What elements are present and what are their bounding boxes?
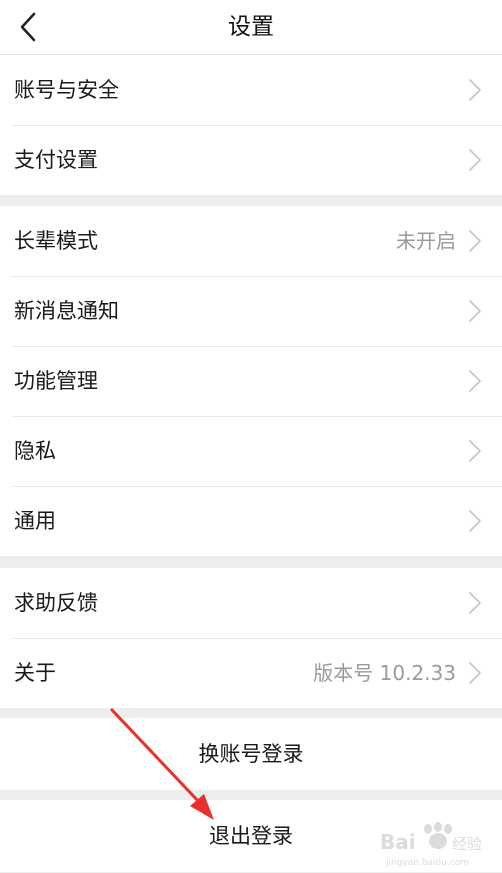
settings-item-label: 支付设置	[14, 148, 98, 172]
settings-item-label: 账号与安全	[14, 78, 119, 102]
settings-item-feedback[interactable]: 求助反馈	[0, 568, 502, 638]
settings-item-label: 隐私	[14, 439, 56, 463]
settings-item-label: 通用	[14, 509, 56, 533]
logout-button[interactable]: 退出登录	[0, 800, 502, 872]
settings-group-support: 求助反馈 关于 版本号 10.2.33	[0, 568, 502, 708]
version-number: 版本号 10.2.33	[313, 661, 456, 685]
chevron-right-icon	[469, 149, 481, 171]
settings-item-privacy[interactable]: 隐私	[0, 416, 502, 486]
settings-item-feature-management[interactable]: 功能管理	[0, 346, 502, 416]
settings-item-label: 新消息通知	[14, 299, 119, 323]
settings-item-label: 关于	[14, 661, 56, 685]
settings-item-notifications[interactable]: 新消息通知	[0, 276, 502, 346]
navigation-bar: 设置	[0, 0, 502, 55]
chevron-right-icon	[469, 510, 481, 532]
chevron-right-icon	[469, 230, 481, 252]
chevron-right-icon	[469, 79, 481, 101]
settings-item-general[interactable]: 通用	[0, 486, 502, 556]
switch-account-button[interactable]: 换账号登录	[0, 718, 502, 790]
settings-group-account: 账号与安全 支付设置	[0, 55, 502, 195]
elder-mode-status: 未开启	[396, 229, 456, 253]
settings-item-elder-mode[interactable]: 长辈模式 未开启	[0, 206, 502, 276]
settings-item-label: 长辈模式	[14, 229, 98, 253]
settings-item-payment[interactable]: 支付设置	[0, 125, 502, 195]
chevron-right-icon	[469, 440, 481, 462]
page-title: 设置	[228, 14, 274, 40]
settings-group-general: 长辈模式 未开启 新消息通知 功能管理 隐私 通用	[0, 206, 502, 556]
chevron-right-icon	[469, 662, 481, 684]
settings-item-account-security[interactable]: 账号与安全	[0, 55, 502, 125]
chevron-right-icon	[469, 592, 481, 614]
settings-item-label: 功能管理	[14, 369, 98, 393]
settings-item-label: 求助反馈	[14, 591, 98, 615]
settings-item-about[interactable]: 关于 版本号 10.2.33	[0, 638, 502, 708]
back-button[interactable]	[8, 5, 48, 49]
chevron-right-icon	[469, 300, 481, 322]
chevron-right-icon	[469, 370, 481, 392]
chevron-left-icon	[20, 12, 36, 42]
